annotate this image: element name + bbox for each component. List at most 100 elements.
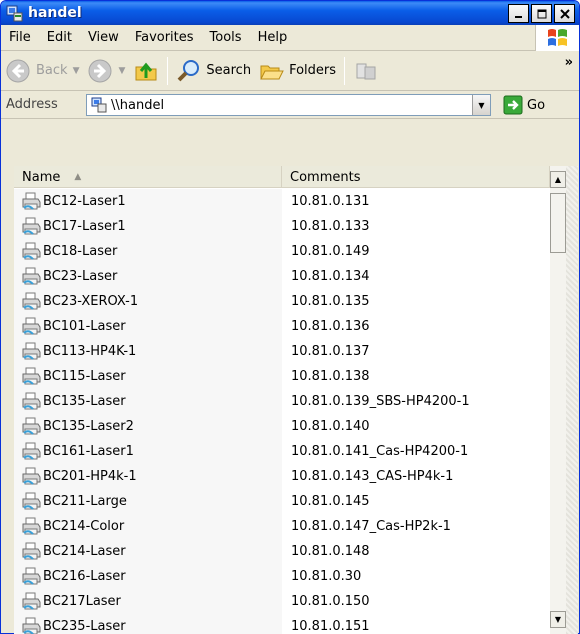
column-header-comments[interactable]: Comments — [282, 166, 550, 188]
name-cell[interactable]: BC12-Laser1 — [14, 189, 282, 214]
table-row[interactable]: BC216-Laser 10.81.0.30 — [14, 564, 550, 589]
printer-comment: 10.81.0.138 — [291, 369, 370, 384]
menu-favorites[interactable]: Favorites — [127, 30, 202, 45]
name-cell[interactable]: BC135-Laser2 — [14, 414, 282, 439]
table-row[interactable]: BC23-XEROX-1 10.81.0.135 — [14, 289, 550, 314]
scroll-thumb[interactable] — [550, 193, 566, 253]
comment-cell: 10.81.0.140 — [282, 414, 550, 439]
printer-icon — [22, 242, 41, 260]
printer-comment: 10.81.0.133 — [291, 219, 370, 234]
up-folder-button[interactable] — [129, 54, 163, 88]
table-row[interactable]: BC211-Large 10.81.0.145 — [14, 489, 550, 514]
table-row[interactable]: BC135-Laser 10.81.0.139_SBS-HP4200-1 — [14, 389, 550, 414]
printer-icon — [22, 267, 41, 285]
menu-tools[interactable]: Tools — [202, 30, 250, 45]
name-cell[interactable]: BC235-Laser — [14, 614, 282, 634]
printer-name: BC214-Laser — [43, 544, 126, 559]
printer-icon — [22, 192, 41, 210]
printer-icon — [22, 342, 41, 360]
search-button[interactable]: Search — [172, 54, 255, 88]
address-input[interactable]: \\handel ▼ — [86, 94, 491, 116]
name-cell[interactable]: BC201-HP4k-1 — [14, 464, 282, 489]
printer-comment: 10.81.0.131 — [291, 194, 370, 209]
column-header-name[interactable]: Name ▲ — [14, 166, 282, 188]
views-icon — [356, 63, 376, 79]
name-cell[interactable]: BC211-Large — [14, 489, 282, 514]
title-bar[interactable]: handel — [1, 1, 579, 25]
printer-name: BC211-Large — [43, 494, 127, 509]
vertical-scrollbar[interactable]: ▲ ▼ — [550, 166, 566, 634]
views-button[interactable] — [349, 54, 383, 88]
table-row[interactable]: BC214-Color 10.81.0.147_Cas-HP2k-1 — [14, 514, 550, 539]
printer-comment: 10.81.0.143_CAS-HP4k-1 — [291, 469, 454, 484]
table-row[interactable]: BC115-Laser 10.81.0.138 — [14, 364, 550, 389]
table-row[interactable]: BC214-Laser 10.81.0.148 — [14, 539, 550, 564]
table-row[interactable]: BC18-Laser 10.81.0.149 — [14, 239, 550, 264]
column-header-label: Name — [22, 169, 61, 185]
back-dropdown-icon[interactable]: ▼ — [73, 66, 80, 76]
printer-name: BC217Laser — [43, 594, 121, 609]
table-row[interactable]: BC113-HP4K-1 10.81.0.137 — [14, 339, 550, 364]
sort-ascending-icon: ▲ — [74, 172, 82, 182]
forward-arrow-icon — [88, 59, 112, 82]
name-cell[interactable]: BC115-Laser — [14, 364, 282, 389]
printer-icon — [22, 292, 41, 310]
printer-icon — [22, 417, 41, 435]
printer-name: BC214-Color — [43, 519, 125, 534]
name-cell[interactable]: BC135-Laser — [14, 389, 282, 414]
table-row[interactable]: BC17-Laser1 10.81.0.133 — [14, 214, 550, 239]
name-cell[interactable]: BC113-HP4K-1 — [14, 339, 282, 364]
table-row[interactable]: BC23-Laser 10.81.0.134 — [14, 264, 550, 289]
printer-icon — [22, 317, 41, 335]
address-dropdown-button[interactable]: ▼ — [472, 95, 490, 115]
menu-edit[interactable]: Edit — [39, 30, 80, 45]
name-cell[interactable]: BC23-Laser — [14, 264, 282, 289]
name-cell[interactable]: BC23-XEROX-1 — [14, 289, 282, 314]
window-controls — [508, 4, 575, 23]
name-cell[interactable]: BC214-Laser — [14, 539, 282, 564]
menu-help[interactable]: Help — [250, 30, 296, 45]
name-cell[interactable]: BC216-Laser — [14, 564, 282, 589]
comment-cell: 10.81.0.150 — [282, 589, 550, 614]
printer-comment: 10.81.0.141_Cas-HP4200-1 — [291, 444, 469, 459]
printer-icon — [22, 542, 41, 560]
printer-icon — [22, 492, 41, 510]
toolbar-overflow-icon[interactable]: » — [565, 55, 573, 70]
close-button[interactable] — [554, 4, 575, 23]
table-row[interactable]: BC12-Laser1 10.81.0.131 — [14, 189, 550, 214]
printer-comment: 10.81.0.147_Cas-HP2k-1 — [291, 519, 451, 534]
name-cell[interactable]: BC161-Laser1 — [14, 439, 282, 464]
table-row[interactable]: BC161-Laser1 10.81.0.141_Cas-HP4200-1 — [14, 439, 550, 464]
table-row[interactable]: BC217Laser 10.81.0.150 — [14, 589, 550, 614]
back-button[interactable]: Back ▼ — [1, 54, 83, 88]
forward-button[interactable]: ▼ — [83, 54, 129, 88]
minimize-button[interactable] — [508, 4, 529, 23]
maximize-icon — [537, 9, 546, 18]
name-cell[interactable]: BC217Laser — [14, 589, 282, 614]
forward-dropdown-icon[interactable]: ▼ — [118, 66, 125, 76]
scroll-up-button[interactable]: ▲ — [550, 171, 566, 188]
printer-icon — [22, 592, 41, 610]
scroll-down-button[interactable]: ▼ — [550, 611, 566, 628]
name-cell[interactable]: BC17-Laser1 — [14, 214, 282, 239]
table-row[interactable]: BC201-HP4k-1 10.81.0.143_CAS-HP4k-1 — [14, 464, 550, 489]
go-button[interactable]: Go — [503, 95, 545, 115]
minimize-icon — [514, 15, 522, 18]
maximize-button[interactable] — [531, 4, 552, 23]
name-cell[interactable]: BC18-Laser — [14, 239, 282, 264]
name-cell[interactable]: BC101-Laser — [14, 314, 282, 339]
name-cell[interactable]: BC214-Color — [14, 514, 282, 539]
back-label: Back — [36, 63, 68, 78]
table-row[interactable]: BC235-Laser 10.81.0.151 — [14, 614, 550, 634]
menu-file[interactable]: File — [1, 30, 39, 45]
printer-comment: 10.81.0.134 — [291, 269, 370, 284]
table-row[interactable]: BC135-Laser2 10.81.0.140 — [14, 414, 550, 439]
printer-comment: 10.81.0.135 — [291, 294, 370, 309]
comment-cell: 10.81.0.148 — [282, 539, 550, 564]
table-row[interactable]: BC101-Laser 10.81.0.136 — [14, 314, 550, 339]
printer-name: BC115-Laser — [43, 369, 126, 384]
menu-view[interactable]: View — [80, 30, 127, 45]
printer-icon — [22, 517, 41, 535]
folders-button[interactable]: Folders — [255, 54, 340, 88]
go-label: Go — [527, 97, 546, 113]
